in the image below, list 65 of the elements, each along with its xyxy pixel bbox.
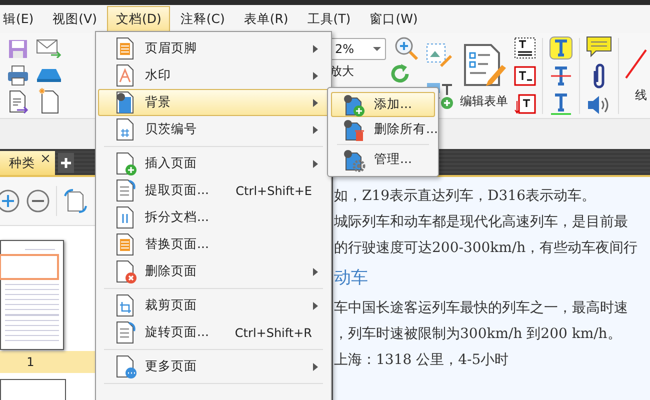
- mail-icon[interactable]: [36, 38, 62, 58]
- menu-option[interactable]: 水印: [98, 62, 329, 89]
- caret-icon: [373, 47, 381, 51]
- paragraph-text: 的行驶速度可达200-300km/h，有些动车夜间行: [334, 239, 639, 258]
- page-rotate-icon: [115, 320, 137, 344]
- paragraph-text: 车中国长途客运列车最快的列车之一，最高时速: [334, 299, 629, 318]
- callout-icon[interactable]: [514, 93, 536, 115]
- paragraph-text: ，列车时速被限制为300km/h 到200 km/h。: [334, 325, 622, 344]
- menu-item[interactable]: 表单(R): [234, 6, 298, 32]
- paragraph-text: 上海：1318 公里，4-5小时: [334, 351, 510, 370]
- zoom-in-icon[interactable]: [0, 189, 20, 213]
- menu-item[interactable]: 辑(E): [0, 6, 43, 32]
- save-icon[interactable]: [7, 38, 29, 60]
- edit-form-icon[interactable]: [462, 42, 506, 86]
- line-icon[interactable]: [625, 48, 647, 78]
- page-delete-icon: [115, 260, 137, 284]
- image-text-icon[interactable]: [426, 42, 454, 68]
- menu-option[interactable]: 提取页面... Ctrl+Shift+E: [98, 177, 329, 204]
- menu-item[interactable]: 注释(C): [171, 6, 234, 32]
- menu-option[interactable]: 背景: [98, 89, 329, 116]
- menu-option[interactable]: 管理...: [331, 147, 435, 172]
- menu-option[interactable]: 插入页面: [98, 150, 329, 177]
- edit-form-label: 编辑表单: [460, 92, 508, 110]
- rotate-page-icon[interactable]: [63, 188, 87, 214]
- strikethrough-icon[interactable]: [549, 64, 573, 88]
- menu-option[interactable]: 删除所有...: [331, 117, 435, 142]
- page-thumbnail[interactable]: [0, 240, 64, 350]
- document-tab[interactable]: 种类: [0, 151, 55, 175]
- text-field-icon[interactable]: [514, 37, 536, 59]
- zoom-out-icon[interactable]: [26, 189, 50, 213]
- background-gear-icon: [342, 148, 366, 172]
- menu-option[interactable]: 页眉页脚: [98, 35, 329, 62]
- page-extract-icon: [115, 178, 137, 202]
- section-heading: 动车: [334, 267, 369, 290]
- menu-option[interactable]: 拆分文档...: [98, 204, 329, 231]
- menu-option[interactable]: 贝茨编号: [98, 116, 329, 143]
- export-page-icon[interactable]: [7, 90, 29, 114]
- menu-option[interactable]: 更多页面: [98, 353, 329, 380]
- comment-icon[interactable]: [586, 36, 612, 58]
- menu-item[interactable]: 文档(D): [106, 6, 170, 32]
- paragraph-text: 城际列车和动车都是现代化高速列车，是目前最: [334, 213, 629, 232]
- page-more-icon: [115, 354, 137, 378]
- zoom-field[interactable]: 2%: [330, 38, 386, 60]
- menu-item[interactable]: 窗口(W): [360, 6, 427, 32]
- menu-item[interactable]: 工具(T): [298, 6, 360, 32]
- menu-option[interactable]: 旋转页面... Ctrl+Shift+R: [98, 319, 329, 346]
- new-page-icon[interactable]: [38, 88, 60, 114]
- zoom-in-icon[interactable]: [394, 36, 420, 62]
- highlight-icon[interactable]: [549, 36, 573, 60]
- new-tab-button[interactable]: [58, 153, 74, 173]
- paperclip-icon[interactable]: [591, 62, 607, 89]
- line-label: 线: [635, 86, 647, 104]
- menu-option[interactable]: 替换页面...: [98, 231, 329, 258]
- close-icon[interactable]: [42, 155, 49, 162]
- menu-item[interactable]: 视图(V): [44, 6, 106, 32]
- text-box-icon[interactable]: [514, 65, 536, 87]
- menu-option[interactable]: 删除页面: [98, 258, 329, 285]
- menu-option[interactable]: 添加...: [331, 92, 435, 117]
- page-plus-icon: [115, 152, 137, 176]
- paragraph-text: 如，Z19表示直达列车，D316表示动车。: [334, 187, 596, 206]
- print-icon[interactable]: [7, 64, 29, 86]
- underline-icon[interactable]: [549, 92, 573, 116]
- plus-icon: [61, 158, 71, 168]
- background-delete-icon: [342, 118, 366, 142]
- menu-option[interactable]: 裁剪页面: [98, 292, 329, 319]
